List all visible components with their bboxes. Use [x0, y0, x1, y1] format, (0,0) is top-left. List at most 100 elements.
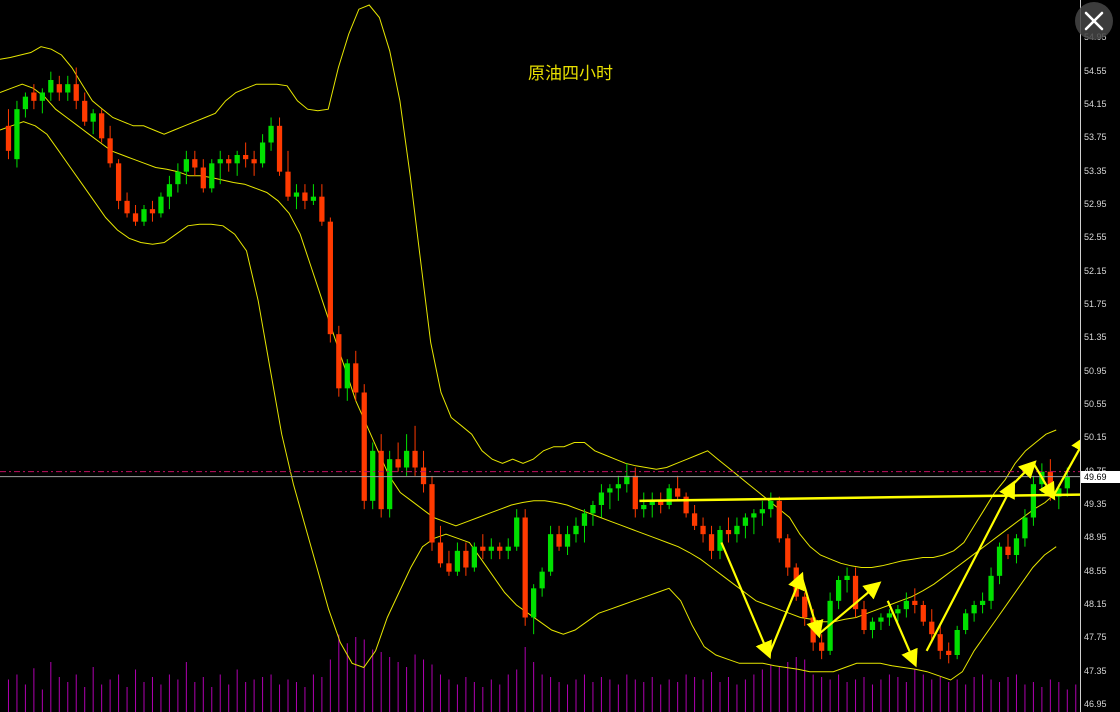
candle-body	[979, 600, 986, 605]
y-tick-label: 46.95	[1084, 699, 1107, 709]
candle-body	[251, 159, 257, 164]
candle-body	[946, 650, 952, 655]
candle-body	[429, 484, 435, 543]
y-tick-label: 53.35	[1084, 165, 1107, 176]
candle-body	[1022, 517, 1028, 539]
candle-body	[141, 209, 147, 222]
chart-title: 原油四小时	[528, 64, 613, 84]
candle-body	[1005, 546, 1011, 555]
candle-body	[268, 125, 274, 143]
candle-body	[132, 213, 139, 222]
candle-body	[514, 517, 520, 547]
candle-body	[446, 563, 452, 572]
candle-body	[632, 475, 638, 510]
candle-body	[310, 196, 317, 201]
candle-body	[607, 488, 613, 493]
candle-body	[819, 642, 825, 651]
y-tick-label: 53.75	[1084, 132, 1107, 143]
candle-body	[556, 534, 562, 547]
candle-body	[929, 621, 935, 635]
candle-body	[73, 84, 79, 101]
candle-body	[861, 609, 867, 630]
candle-body	[192, 159, 198, 168]
candle-body	[319, 196, 325, 222]
candle-body	[700, 525, 706, 535]
candle-body	[988, 575, 994, 601]
band-upper	[0, 4, 1057, 568]
candle-body	[200, 167, 206, 189]
candle-body	[259, 142, 266, 164]
candle-body	[471, 546, 477, 568]
candle-body	[1064, 476, 1070, 489]
candle-body	[183, 159, 189, 172]
candle-body	[666, 488, 672, 505]
y-tick-label: 50.15	[1084, 432, 1107, 443]
candle-body	[878, 617, 884, 622]
candle-body	[751, 513, 757, 518]
candle-body	[480, 546, 486, 551]
candle-body	[598, 492, 605, 505]
candle-body	[454, 550, 461, 572]
candle-body	[497, 546, 503, 551]
close-icon	[1084, 11, 1104, 31]
candle-body	[243, 155, 249, 160]
candle-body	[937, 634, 943, 651]
candle-body	[886, 613, 893, 618]
y-tick-label: 52.55	[1084, 232, 1107, 243]
y-tick-label: 48.95	[1084, 532, 1107, 543]
y-tick-label: 52.15	[1084, 265, 1107, 276]
candle-body	[370, 450, 376, 501]
candle-body	[217, 159, 223, 164]
candle-body	[539, 571, 545, 589]
y-tick-label: 49.35	[1084, 499, 1107, 509]
candle-body	[590, 505, 596, 514]
y-tick-label: 52.95	[1084, 199, 1107, 209]
candle-body	[39, 92, 45, 101]
candle-body	[48, 80, 54, 93]
candle-body	[1030, 484, 1037, 518]
y-tick-label: 54.55	[1084, 65, 1107, 76]
candle-body	[378, 450, 384, 510]
chart-plot-area	[0, 4, 1080, 712]
candle-body	[802, 596, 808, 618]
price-levels	[0, 471, 1080, 478]
candle-body	[285, 171, 291, 197]
candle-body	[734, 525, 740, 535]
candle-body	[641, 505, 647, 510]
candle-body	[869, 621, 876, 630]
candle-body	[437, 542, 444, 564]
candle-body	[903, 600, 909, 610]
y-tick-label: 47.75	[1084, 632, 1107, 643]
candle-body	[124, 200, 130, 214]
candle-body	[581, 513, 588, 526]
candle-body	[158, 196, 164, 214]
zigzag-arrow	[1012, 460, 1037, 485]
candle-body	[776, 500, 782, 539]
candle-body	[742, 517, 749, 526]
last-price-tag: 49.69	[1081, 470, 1120, 483]
y-tick-label: 50.95	[1084, 365, 1107, 376]
zigzag-arrow	[886, 600, 918, 668]
candle-body	[768, 500, 774, 510]
candle-body	[149, 209, 156, 214]
candle-body	[90, 113, 96, 122]
candle-body	[107, 138, 113, 164]
candle-body	[82, 100, 88, 122]
y-tick-label: 51.35	[1084, 332, 1107, 343]
candle-body	[234, 155, 240, 164]
price-axis: 54.9554.5554.1553.7553.3552.9552.5552.15…	[1080, 0, 1120, 712]
candle-body	[547, 534, 554, 572]
candle-body	[531, 588, 537, 618]
y-tick-label: 47.35	[1084, 665, 1107, 676]
candle-body	[675, 488, 681, 497]
candle-body	[785, 538, 791, 568]
close-button[interactable]	[1075, 2, 1113, 40]
zigzag-arrow	[720, 542, 772, 660]
candle-body	[5, 125, 12, 151]
candle-body	[725, 530, 732, 535]
candle-body	[302, 192, 308, 201]
candle-body	[505, 546, 511, 551]
candle-body	[99, 113, 105, 139]
candle-body	[996, 546, 1003, 576]
volume-bars	[7, 634, 1077, 712]
